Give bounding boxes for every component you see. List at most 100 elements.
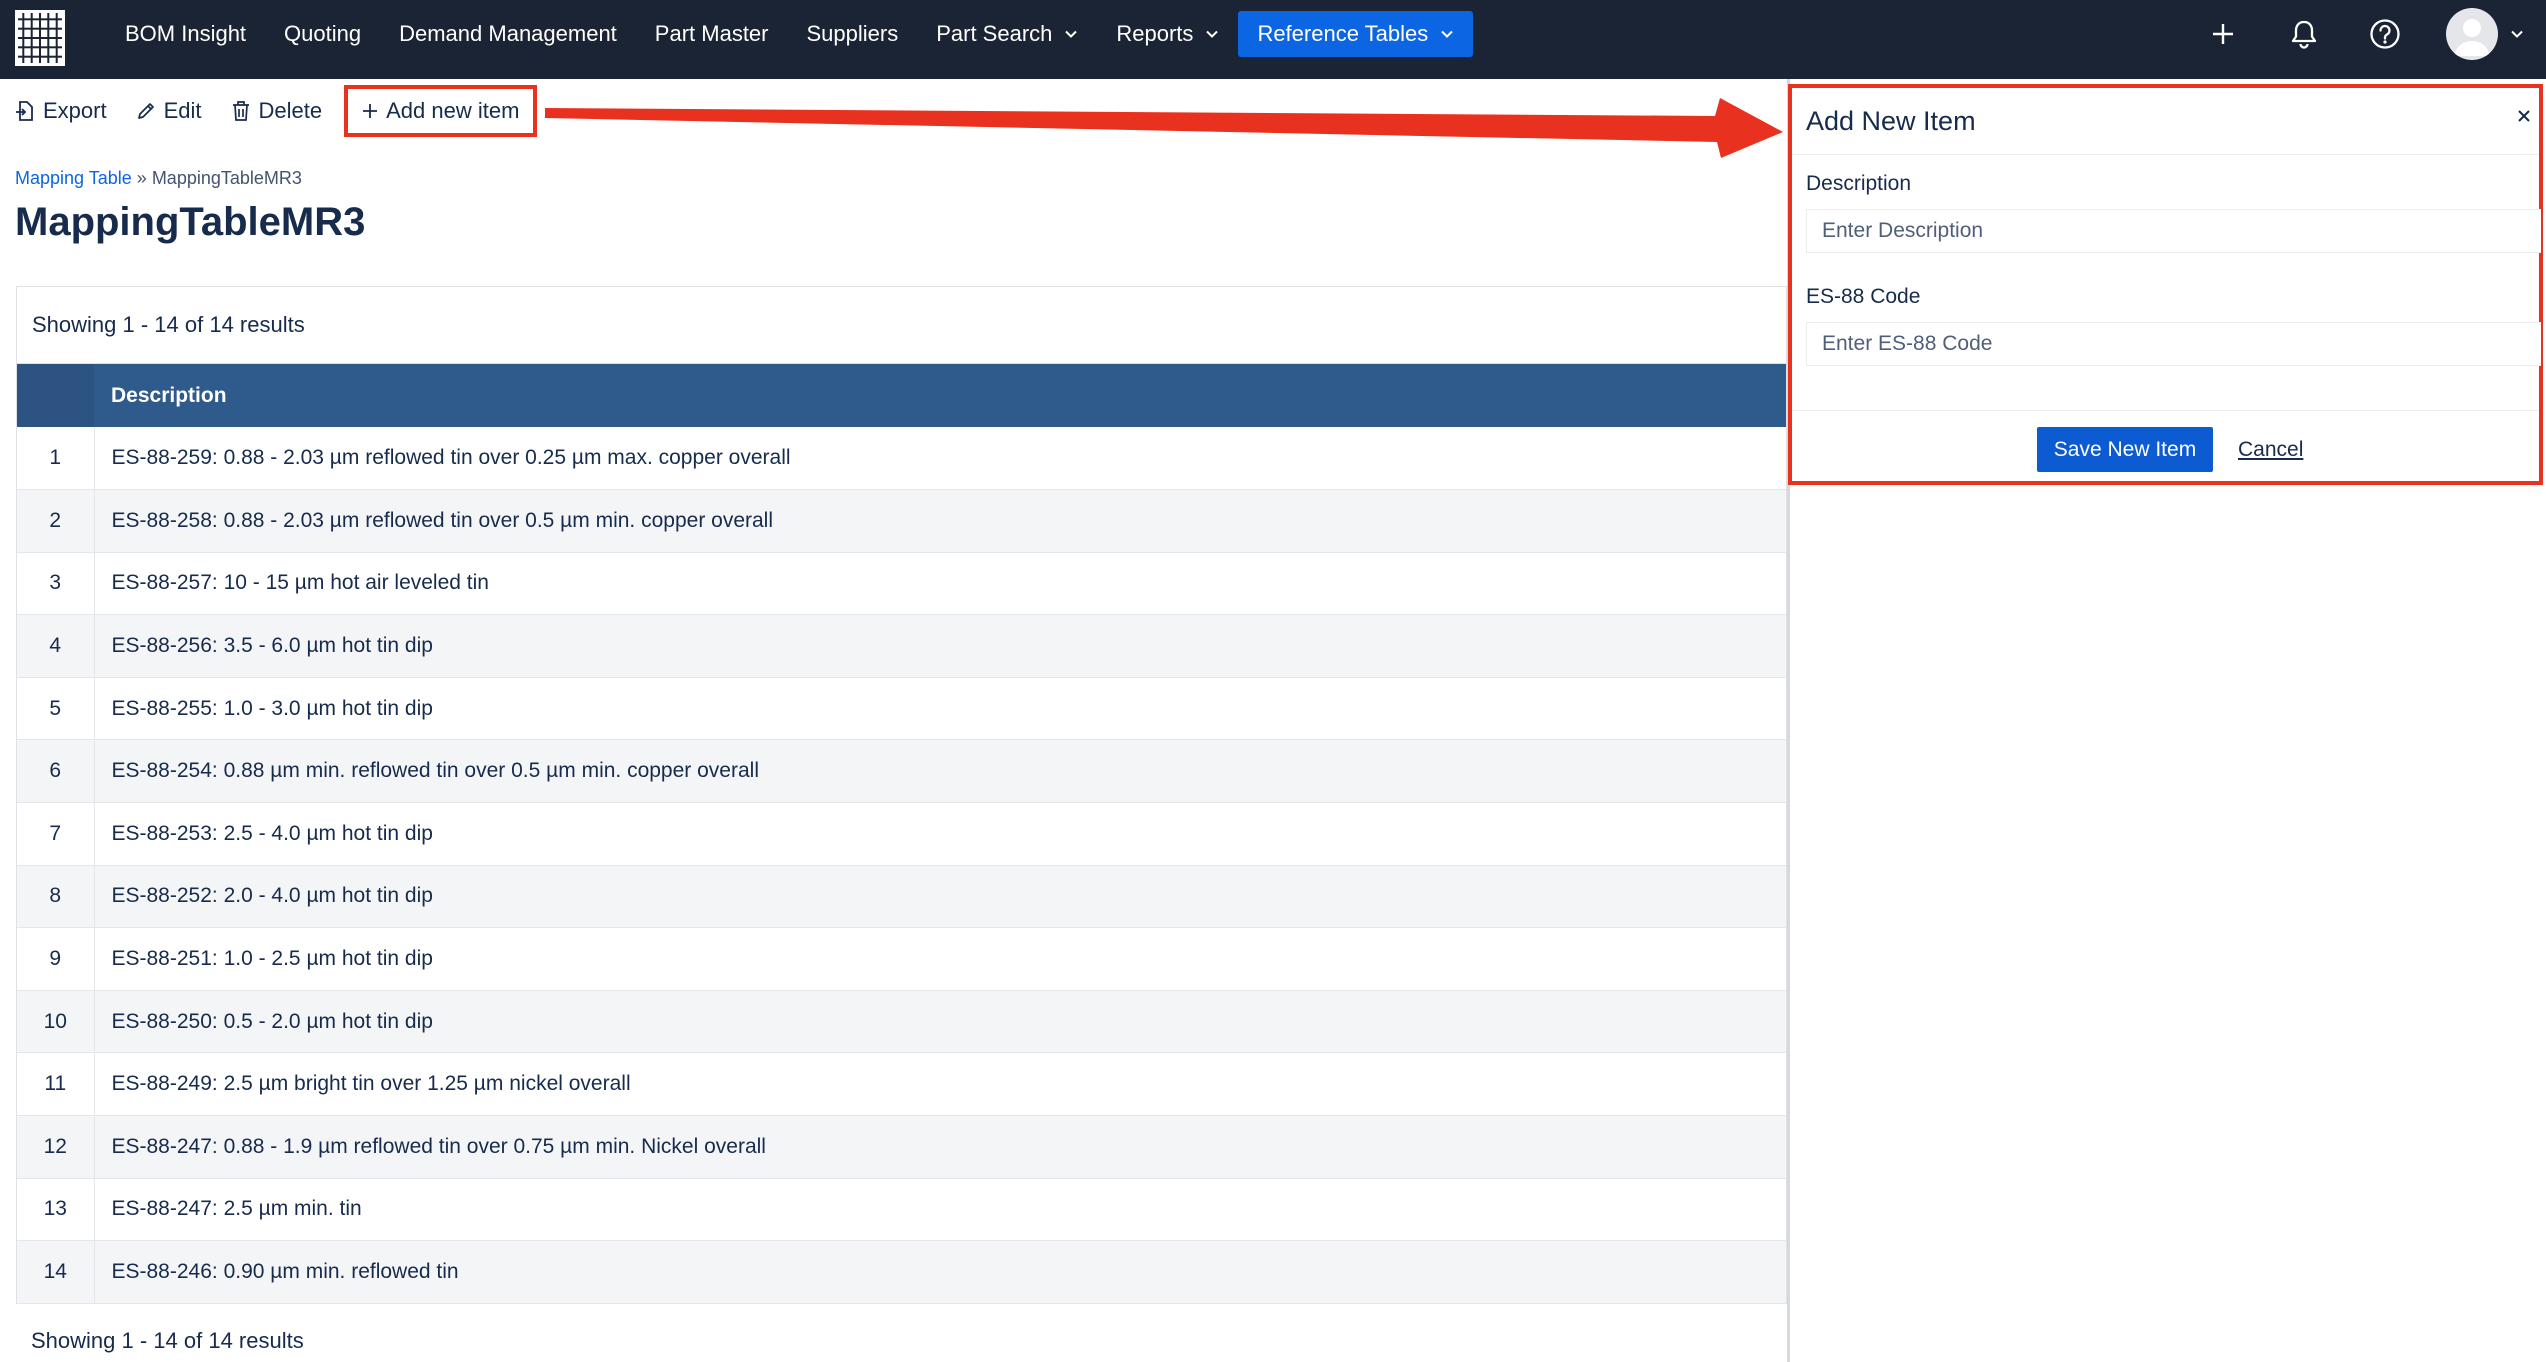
row-description: ES-88-258: 0.88 - 2.03 µm reflowed tin o… [111,508,774,532]
table-row[interactable]: 6 ES-88-254: 0.88 µm min. reflowed tin ov… [17,739,1786,803]
nav-item-label: Part Search [936,21,1053,46]
close-icon[interactable] [2513,105,2535,127]
table-row[interactable]: 8 ES-88-252: 2.0 - 4.0 µm hot tin dip [17,865,1786,928]
breadcrumb-link[interactable]: Mapping Table [15,168,132,188]
nav-item-reference-tables[interactable]: Reference Tables [1238,11,1474,57]
cancel-link[interactable]: Cancel [2238,438,2303,462]
table-row[interactable]: 12 ES-88-247: 0.88 - 1.9 µm reflowed tin … [17,1115,1786,1179]
nav-item-label: Quoting [284,21,362,46]
panel-header: Add New Item [1792,88,2539,155]
top-navigation-bar: BOM Insight Quoting Demand Management Part … [0,0,2546,79]
table-row[interactable]: 10 ES-88-250: 0.5 - 2.0 µm hot tin dip [17,990,1786,1053]
panel-footer-divider [1792,410,2539,411]
row-description: ES-88-253: 2.5 - 4.0 µm hot tin dip [111,821,433,845]
chevron-down-icon [2511,30,2523,38]
breadcrumb-current: MappingTableMR3 [151,168,302,188]
row-number: 2 [17,489,95,553]
save-new-item-button[interactable]: Save New Item [2037,427,2213,472]
row-number: 7 [17,802,95,866]
user-menu[interactable] [2446,8,2524,60]
row-description: ES-88-257: 10 - 15 µm hot air leveled ti… [111,571,489,595]
mapping-table: Description 1 ES-88-259: 0.88 - 2.03 µm r… [17,364,1786,1304]
row-number: 11 [17,1052,95,1116]
edit-button[interactable]: Edit [121,87,216,135]
nav-item-part-search[interactable]: Part Search [917,11,1097,57]
row-number: 6 [17,739,95,803]
table-row[interactable]: 7 ES-88-253: 2.5 - 4.0 µm hot tin dip [17,802,1786,866]
nav-item-suppliers[interactable]: Suppliers [788,11,918,57]
table-row[interactable]: 14 ES-88-246: 0.90 µm min. reflowed tin [17,1240,1786,1304]
table-row[interactable]: 2 ES-88-258: 0.88 - 2.03 µm reflowed tin … [17,489,1786,553]
nav-item-part-master[interactable]: Part Master [636,11,788,57]
help-icon[interactable] [2365,14,2405,54]
row-number-header [17,364,94,427]
chevron-down-icon [1441,30,1453,38]
es88-code-label: ES-88 Code [1806,285,1921,308]
row-number: 13 [17,1178,95,1241]
row-description: ES-88-247: 2.5 µm min. tin [111,1197,362,1221]
row-number: 12 [17,1115,95,1179]
row-number: 5 [17,677,95,740]
nav-item-label: Reference Tables [1257,21,1429,46]
row-description: ES-88-249: 2.5 µm bright tin over 1.25 µ… [111,1072,631,1096]
nav-item-label: Reports [1116,21,1194,46]
bell-icon[interactable] [2284,14,2324,54]
breadcrumb: Mapping Table » MappingTableMR3 [15,168,302,189]
row-description: ES-88-256: 3.5 - 6.0 µm hot tin dip [111,634,433,658]
row-description: ES-88-247: 0.88 - 1.9 µm reflowed tin ov… [111,1134,766,1158]
table-row[interactable]: 11 ES-88-249: 2.5 µm bright tin over 1.25… [17,1052,1786,1116]
nav-item-reports[interactable]: Reports [1097,11,1238,57]
plus-icon [363,104,378,118]
mapping-table-container: Showing 1 - 14 of 14 results Description… [16,286,1787,1304]
export-button[interactable]: Export [0,87,121,135]
row-number: 9 [17,927,95,991]
results-count-bottom: Showing 1 - 14 of 14 results [31,1328,304,1353]
add-new-item-panel: Add New Item Description ES-88 Code Save… [1788,84,2543,485]
breadcrumb-separator: » [136,168,147,188]
avatar[interactable] [2446,8,2498,60]
pencil-icon [137,103,154,119]
delete-label: Delete [258,98,323,123]
description-label: Description [1806,172,1912,195]
app-grid-icon[interactable] [15,10,65,66]
row-number: 1 [17,427,95,490]
table-row[interactable]: 4 ES-88-256: 3.5 - 6.0 µm hot tin dip [17,614,1786,678]
row-number: 8 [17,865,95,928]
trash-icon [232,101,249,121]
row-description: ES-88-255: 1.0 - 3.0 µm hot tin dip [111,696,433,720]
row-description: ES-88-259: 0.88 - 2.03 µm reflowed tin o… [111,446,791,470]
table-row[interactable]: 5 ES-88-255: 1.0 - 3.0 µm hot tin dip [17,677,1786,740]
table-row[interactable]: 3 ES-88-257: 10 - 15 µm hot air leveled t… [17,552,1786,615]
export-icon [16,101,33,121]
table-row[interactable]: 13 ES-88-247: 2.5 µm min. tin [17,1178,1786,1241]
row-description: ES-88-250: 0.5 - 2.0 µm hot tin dip [111,1009,433,1033]
nav-item-quoting[interactable]: Quoting [265,11,380,57]
delete-button[interactable]: Delete [216,87,337,135]
nav-right-controls [2203,0,2546,68]
plus-icon[interactable] [2203,14,2243,54]
row-number: 10 [17,990,95,1053]
es88-code-input[interactable] [1806,322,2541,366]
nav-item-bom-insight[interactable]: BOM Insight [106,11,265,57]
nav-menu: BOM Insight Quoting Demand Management Part … [106,0,1474,68]
export-label: Export [43,98,107,123]
results-count: Showing 1 - 14 of 14 results [17,287,1786,364]
row-number: 3 [17,552,95,615]
panel-title: Add New Item [1806,105,1976,136]
description-input[interactable] [1806,209,2541,253]
nav-item-label: BOM Insight [125,21,247,46]
nav-item-demand-management[interactable]: Demand Management [380,11,636,57]
row-description: ES-88-246: 0.90 µm min. reflowed tin [111,1260,459,1284]
add-new-item-label: Add new item [386,98,520,123]
description-column-header[interactable]: Description [94,364,1786,427]
annotation-arrow [545,98,1783,158]
table-row[interactable]: 9 ES-88-251: 1.0 - 2.5 µm hot tin dip [17,927,1786,991]
edit-label: Edit [163,98,202,123]
row-description: ES-88-252: 2.0 - 4.0 µm hot tin dip [111,884,433,908]
chevron-down-icon [1065,30,1078,38]
row-description: ES-88-254: 0.88 µm min. reflowed tin ove… [111,759,759,783]
row-number: 14 [17,1240,95,1304]
table-row[interactable]: 1 ES-88-259: 0.88 - 2.03 µm reflowed tin … [17,427,1786,490]
add-new-item-button[interactable]: Add new item [344,85,538,137]
chevron-down-icon [1206,30,1219,38]
